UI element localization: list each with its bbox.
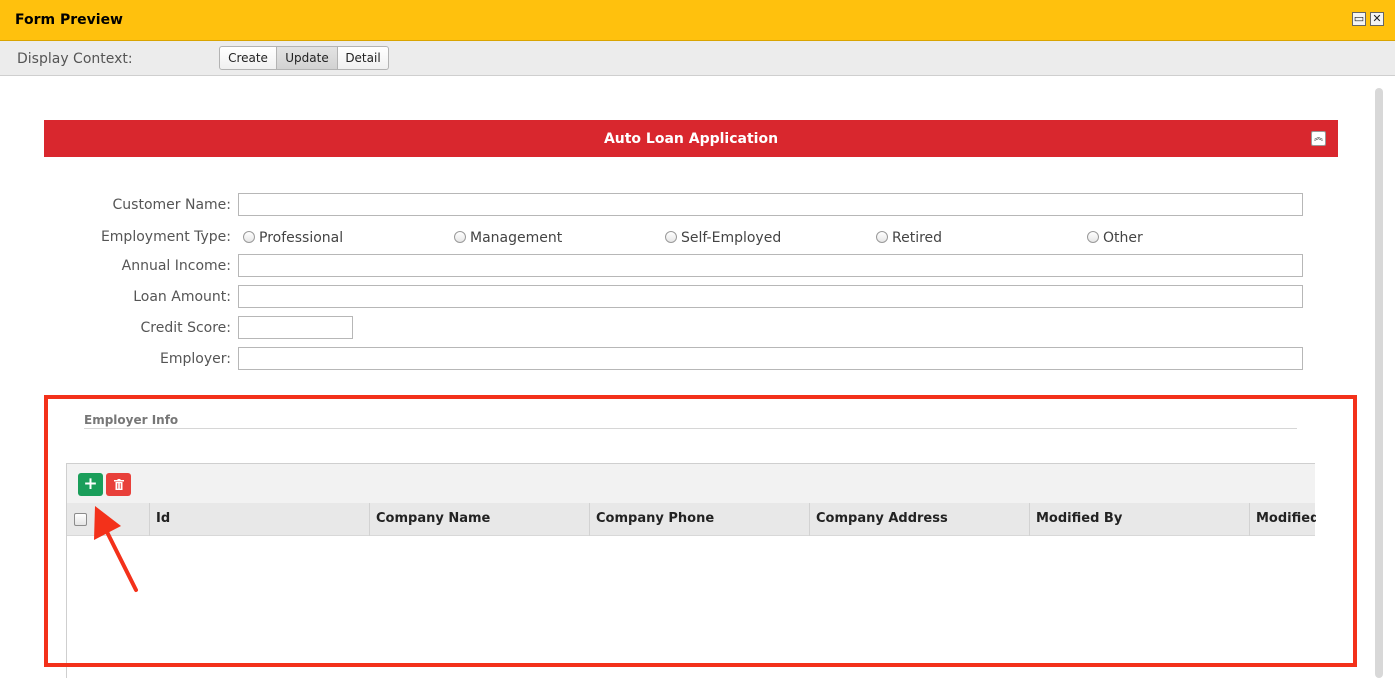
radio-circle[interactable]	[1087, 231, 1099, 243]
radio-label: Retired	[892, 230, 943, 246]
vertical-scrollbar[interactable]	[1375, 88, 1383, 678]
window-title: Form Preview	[15, 12, 123, 28]
employer-label: Employer:	[160, 351, 231, 367]
chevron-double-up-icon[interactable]: ︽	[1311, 131, 1326, 146]
annotation-highlight-box	[44, 395, 1357, 667]
radio-label: Professional	[259, 230, 344, 246]
radio-circle[interactable]	[454, 231, 466, 243]
employment-type-label: Employment Type:	[100, 229, 231, 245]
maximize-icon[interactable]: ▭	[1352, 12, 1366, 26]
close-icon[interactable]: ✕	[1370, 12, 1384, 26]
annual-income-input[interactable]	[238, 254, 1303, 277]
form-title: Auto Loan Application	[603, 131, 779, 147]
radio-other[interactable]: Other	[1087, 230, 1143, 246]
radio-circle[interactable]	[876, 231, 888, 243]
radio-label: Management	[470, 230, 563, 246]
customer-name-label: Customer Name:	[112, 197, 231, 213]
loan-amount-input[interactable]	[238, 285, 1303, 308]
context-detail-button[interactable]: Detail	[338, 46, 389, 70]
radio-management[interactable]: Management	[454, 230, 562, 246]
radio-circle[interactable]	[665, 231, 677, 243]
credit-score-input[interactable]	[238, 316, 353, 339]
form-header-banner: Auto Loan Application ︽	[44, 120, 1338, 157]
display-context-bar: Display Context: Create Update Detail	[0, 41, 1395, 76]
radio-label: Other	[1103, 230, 1143, 246]
loan-amount-label: Loan Amount:	[133, 289, 231, 305]
customer-name-input[interactable]	[238, 193, 1303, 216]
credit-score-label: Credit Score:	[140, 320, 231, 336]
radio-self-employed[interactable]: Self-Employed	[665, 230, 781, 246]
radio-circle[interactable]	[243, 231, 255, 243]
radio-retired[interactable]: Retired	[876, 230, 942, 246]
context-create-button[interactable]: Create	[219, 46, 277, 70]
window-titlebar: Form Preview ▭ ✕	[0, 0, 1395, 41]
display-context-label: Display Context:	[17, 51, 133, 67]
annual-income-label: Annual Income:	[121, 258, 231, 274]
context-update-button[interactable]: Update	[277, 46, 338, 70]
employer-input[interactable]	[238, 347, 1303, 370]
radio-label: Self-Employed	[681, 230, 782, 246]
radio-professional[interactable]: Professional	[243, 230, 343, 246]
